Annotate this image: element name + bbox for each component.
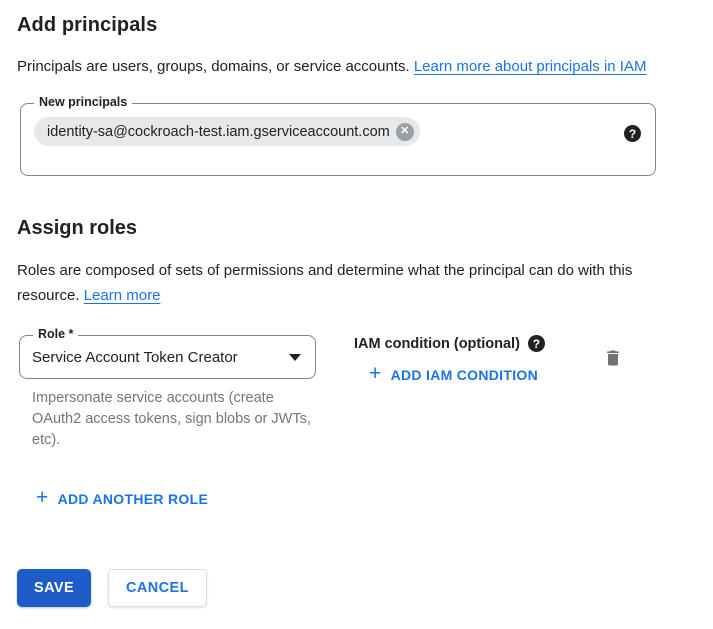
delete-role-button[interactable] xyxy=(601,345,625,374)
cancel-button[interactable]: CANCEL xyxy=(108,569,207,607)
principals-learn-more-link[interactable]: Learn more about principals in IAM xyxy=(414,58,647,75)
page-title: Add principals xyxy=(17,14,697,37)
new-principals-label: New principals xyxy=(34,95,132,109)
intro-text: Principals are users, groups, domains, o… xyxy=(17,58,414,75)
role-selected-value: Service Account Token Creator xyxy=(32,349,289,366)
dropdown-arrow-icon xyxy=(289,354,301,361)
roles-description: Roles are composed of sets of permission… xyxy=(17,258,677,308)
principal-chip: identity-sa@cockroach-test.iam.gservicea… xyxy=(34,117,420,146)
chip-remove-icon[interactable]: ✕ xyxy=(396,123,414,141)
save-button[interactable]: SAVE xyxy=(17,569,91,607)
dialog-actions: SAVE CANCEL xyxy=(17,569,697,607)
roles-learn-more-link[interactable]: Learn more xyxy=(84,287,161,304)
assign-roles-title: Assign roles xyxy=(17,217,697,240)
trash-icon xyxy=(603,347,623,369)
role-select[interactable]: Role * Service Account Token Creator xyxy=(19,335,316,379)
new-principals-field[interactable]: New principals identity-sa@cockroach-tes… xyxy=(20,103,656,176)
plus-icon: + xyxy=(369,363,382,384)
principal-chip-label: identity-sa@cockroach-test.iam.gservicea… xyxy=(47,124,390,140)
intro-paragraph: Principals are users, groups, domains, o… xyxy=(17,54,665,79)
add-principals-panel: Add principals Principals are users, gro… xyxy=(0,0,713,607)
add-iam-condition-label: ADD IAM CONDITION xyxy=(391,367,538,383)
add-another-role-button[interactable]: + ADD ANOTHER ROLE xyxy=(36,488,208,509)
add-iam-condition-button[interactable]: + ADD IAM CONDITION xyxy=(369,364,538,385)
iam-condition-column: IAM condition (optional) ? + ADD IAM COND… xyxy=(354,335,545,386)
iam-condition-label: IAM condition (optional) xyxy=(354,336,520,352)
plus-icon: + xyxy=(36,487,49,508)
new-principals-input-area[interactable]: identity-sa@cockroach-test.iam.gservicea… xyxy=(21,104,655,146)
role-label: Role * xyxy=(33,327,78,341)
new-principals-help-icon[interactable]: ? xyxy=(624,125,641,142)
role-description-text: Impersonate service accounts (create OAu… xyxy=(32,388,322,451)
role-column: Role * Service Account Token Creator Imp… xyxy=(19,335,316,451)
role-entry-row: Role * Service Account Token Creator Imp… xyxy=(17,335,697,451)
delete-role-column xyxy=(601,345,625,374)
add-another-role-label: ADD ANOTHER ROLE xyxy=(58,491,209,507)
iam-condition-help-icon[interactable]: ? xyxy=(528,335,545,352)
